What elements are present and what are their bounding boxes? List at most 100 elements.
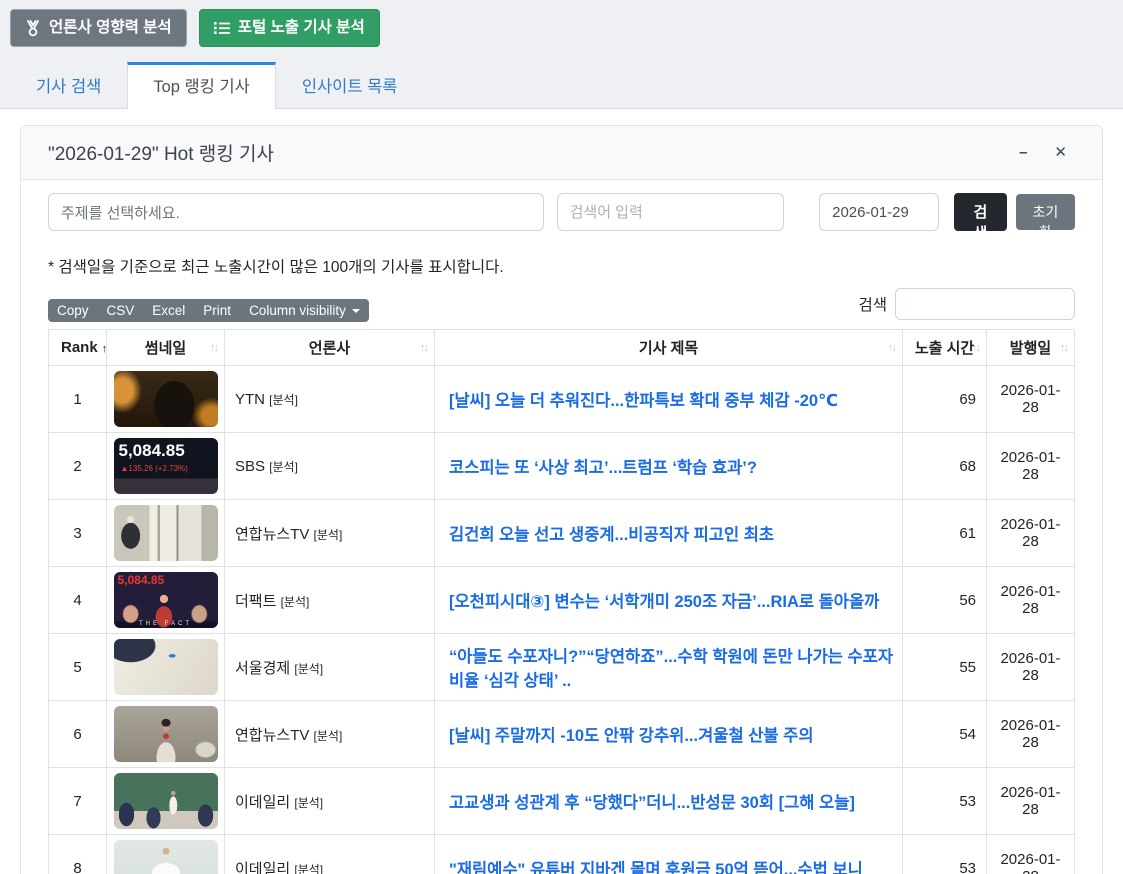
- press-cell: 연합뉴스TV [분석]: [225, 701, 435, 768]
- article-thumbnail: [114, 773, 218, 829]
- rank-cell: 4: [49, 567, 107, 634]
- media-influence-analysis-label: 언론사 영향력 분석: [49, 18, 172, 38]
- article-thumbnail: [114, 840, 218, 874]
- column-header-1[interactable]: 썸네일↑↓: [107, 330, 225, 366]
- publish-date-cell: 2026-01-28: [987, 366, 1075, 433]
- exposure-cell: 53: [903, 768, 987, 835]
- exposure-cell: 69: [903, 366, 987, 433]
- table-header-row: Rank↑↓썸네일↑↓언론사↑↓기사 제목↑↓노출 시간↑↓발행일↑↓: [49, 330, 1075, 366]
- search-button[interactable]: 검색: [954, 193, 1007, 231]
- article-thumbnail: [114, 639, 218, 695]
- publish-date-cell: 2026-01-28: [987, 768, 1075, 835]
- table-search: 검색: [858, 288, 1075, 320]
- exposure-cell: 68: [903, 433, 987, 500]
- press-cell: 이데일리 [분석]: [225, 768, 435, 835]
- ranking-table: Rank↑↓썸네일↑↓언론사↑↓기사 제목↑↓노출 시간↑↓발행일↑↓ 1 YT…: [48, 329, 1075, 874]
- exposure-cell: 56: [903, 567, 987, 634]
- window-controls: – ✕: [1019, 145, 1067, 160]
- portal-articles-analysis-label: 포털 노출 기사 분석: [238, 18, 365, 38]
- publish-date-cell: 2026-01-28: [987, 500, 1075, 567]
- press-cell: YTN [분석]: [225, 366, 435, 433]
- title-cell: 김건희 오늘 선고 생중계...비공직자 피고인 최초: [435, 500, 903, 567]
- topic-select[interactable]: 주제를 선택하세요.: [48, 193, 544, 231]
- table-row: 6 연합뉴스TV [분석] [날씨] 주말까지 -10도 안팎 강추위...겨울…: [49, 701, 1075, 768]
- sort-icon: ↑↓: [972, 342, 979, 354]
- filter-row: 주제를 선택하세요. 검색 초기화: [48, 193, 1075, 231]
- column-header-2[interactable]: 언론사↑↓: [225, 330, 435, 366]
- article-thumbnail: [114, 706, 218, 762]
- article-link[interactable]: 김건희 오늘 선고 생중계...비공직자 피고인 최초: [449, 526, 774, 544]
- rank-cell: 2: [49, 433, 107, 500]
- sort-icon: ↑↓: [1060, 342, 1067, 354]
- tab-article-search[interactable]: 기사 검색: [10, 62, 127, 108]
- table-row: 7 이데일리 [분석] 고교생과 성관계 후 “당했다”더니...반성문 30회…: [49, 768, 1075, 835]
- rank-cell: 7: [49, 768, 107, 835]
- article-link[interactable]: 고교생과 성관계 후 “당했다”더니...반성문 30회 [그해 오늘]: [449, 794, 855, 812]
- press-cell: 더팩트 [분석]: [225, 567, 435, 634]
- publish-date-cell: 2026-01-28: [987, 701, 1075, 768]
- title-cell: 고교생과 성관계 후 “당했다”더니...반성문 30회 [그해 오늘]: [435, 768, 903, 835]
- exposure-cell: 61: [903, 500, 987, 567]
- reset-button[interactable]: 초기화: [1016, 194, 1075, 230]
- thumbnail-cell: 5,084.85 THE FACT: [107, 567, 225, 634]
- thumbnail-cell: [107, 366, 225, 433]
- table-search-input[interactable]: [895, 288, 1075, 320]
- thumbnail-cell: [107, 768, 225, 835]
- title-cell: 코스피는 또 ‘사상 최고’...트럼프 ‘학습 효과’?: [435, 433, 903, 500]
- thumbnail-cell: [107, 835, 225, 874]
- column-visibility-button[interactable]: Column visibility: [240, 299, 369, 322]
- article-link[interactable]: [날씨] 오늘 더 추워진다...한파특보 확대 중부 체감 -20℃: [449, 392, 838, 410]
- main-content: "2026-01-29" Hot 랭킹 기사 – ✕ 주제를 선택하세요. 검색…: [0, 109, 1123, 874]
- note-text: * 검색일을 기준으로 최근 노출시간이 많은 100개의 기사를 표시합니다.: [48, 255, 1075, 277]
- top-header: 언론사 영향력 분석 포털 노출 기사 분석 기사 검색 Top 랭킹 기사 인…: [0, 0, 1123, 109]
- press-cell: 연합뉴스TV [분석]: [225, 500, 435, 567]
- rank-cell: 8: [49, 835, 107, 874]
- publish-date-cell: 2026-01-28: [987, 567, 1075, 634]
- app-toolbar: 언론사 영향력 분석 포털 노출 기사 분석: [0, 0, 1123, 47]
- column-header-0[interactable]: Rank↑↓: [49, 330, 107, 366]
- copy-button[interactable]: Copy: [48, 299, 98, 322]
- title-cell: [날씨] 오늘 더 추워진다...한파특보 확대 중부 체감 -20℃: [435, 366, 903, 433]
- publish-date-cell: 2026-01-28: [987, 433, 1075, 500]
- publish-date-cell: 2026-01-28: [987, 634, 1075, 701]
- caret-down-icon: [352, 309, 360, 313]
- column-header-5[interactable]: 발행일↑↓: [987, 330, 1075, 366]
- press-cell: SBS [분석]: [225, 433, 435, 500]
- medal-icon: [25, 20, 41, 37]
- article-link[interactable]: “아들도 수포자니?”“당연하죠”...수학 학원에 돈만 나가는 수포자 비율…: [449, 648, 893, 690]
- close-icon[interactable]: ✕: [1054, 145, 1067, 160]
- list-icon: [214, 21, 230, 35]
- excel-button[interactable]: Excel: [143, 299, 194, 322]
- rank-cell: 3: [49, 500, 107, 567]
- tab-insight-list[interactable]: 인사이트 목록: [276, 62, 424, 108]
- sort-icon: ↑↓: [420, 342, 427, 354]
- tab-bar: 기사 검색 Top 랭킹 기사 인사이트 목록: [0, 62, 1123, 109]
- keyword-input[interactable]: [557, 193, 785, 231]
- media-influence-analysis-button[interactable]: 언론사 영향력 분석: [10, 9, 187, 47]
- sort-icon: ↑↓: [888, 342, 895, 354]
- column-header-4[interactable]: 노출 시간↑↓: [903, 330, 987, 366]
- article-link[interactable]: "재림예수" 유튜버 지바겐 몰며 후원금 50억 뜯어...수법 보니: [449, 861, 863, 874]
- article-link[interactable]: 코스피는 또 ‘사상 최고’...트럼프 ‘학습 효과’?: [449, 459, 757, 477]
- thumbnail-cell: 5,084.85 ▲135.26 (+2.73%): [107, 433, 225, 500]
- article-link[interactable]: [날씨] 주말까지 -10도 안팎 강추위...겨울철 산불 주의: [449, 727, 814, 745]
- csv-button[interactable]: CSV: [98, 299, 144, 322]
- table-row: 5 서울경제 [분석] “아들도 수포자니?”“당연하죠”...수학 학원에 돈…: [49, 634, 1075, 701]
- topic-select-placeholder: 주제를 선택하세요.: [61, 205, 180, 222]
- thumbnail-cell: [107, 701, 225, 768]
- title-cell: "재림예수" 유튜버 지바겐 몰며 후원금 50억 뜯어...수법 보니: [435, 835, 903, 874]
- date-input[interactable]: [819, 193, 939, 231]
- table-search-label: 검색: [858, 293, 887, 315]
- article-link[interactable]: [오천피시대③] 변수는 ‘서학개미 250조 자금’...RIA로 돌아올까: [449, 593, 879, 611]
- tab-top-ranking[interactable]: Top 랭킹 기사: [127, 62, 276, 109]
- publish-date-cell: 2026-01-28: [987, 835, 1075, 874]
- thumbnail-cell: [107, 634, 225, 701]
- table-row: 4 5,084.85 THE FACT 더팩트 [분석] [오천피시대③] 변수…: [49, 567, 1075, 634]
- card-header: "2026-01-29" Hot 랭킹 기사 – ✕: [21, 126, 1102, 180]
- print-button[interactable]: Print: [194, 299, 240, 322]
- export-buttons: Copy CSV Excel Print Column visibility: [48, 299, 369, 322]
- portal-articles-analysis-button[interactable]: 포털 노출 기사 분석: [199, 9, 380, 47]
- title-cell: [날씨] 주말까지 -10도 안팎 강추위...겨울철 산불 주의: [435, 701, 903, 768]
- column-header-3[interactable]: 기사 제목↑↓: [435, 330, 903, 366]
- minimize-icon[interactable]: –: [1019, 145, 1027, 160]
